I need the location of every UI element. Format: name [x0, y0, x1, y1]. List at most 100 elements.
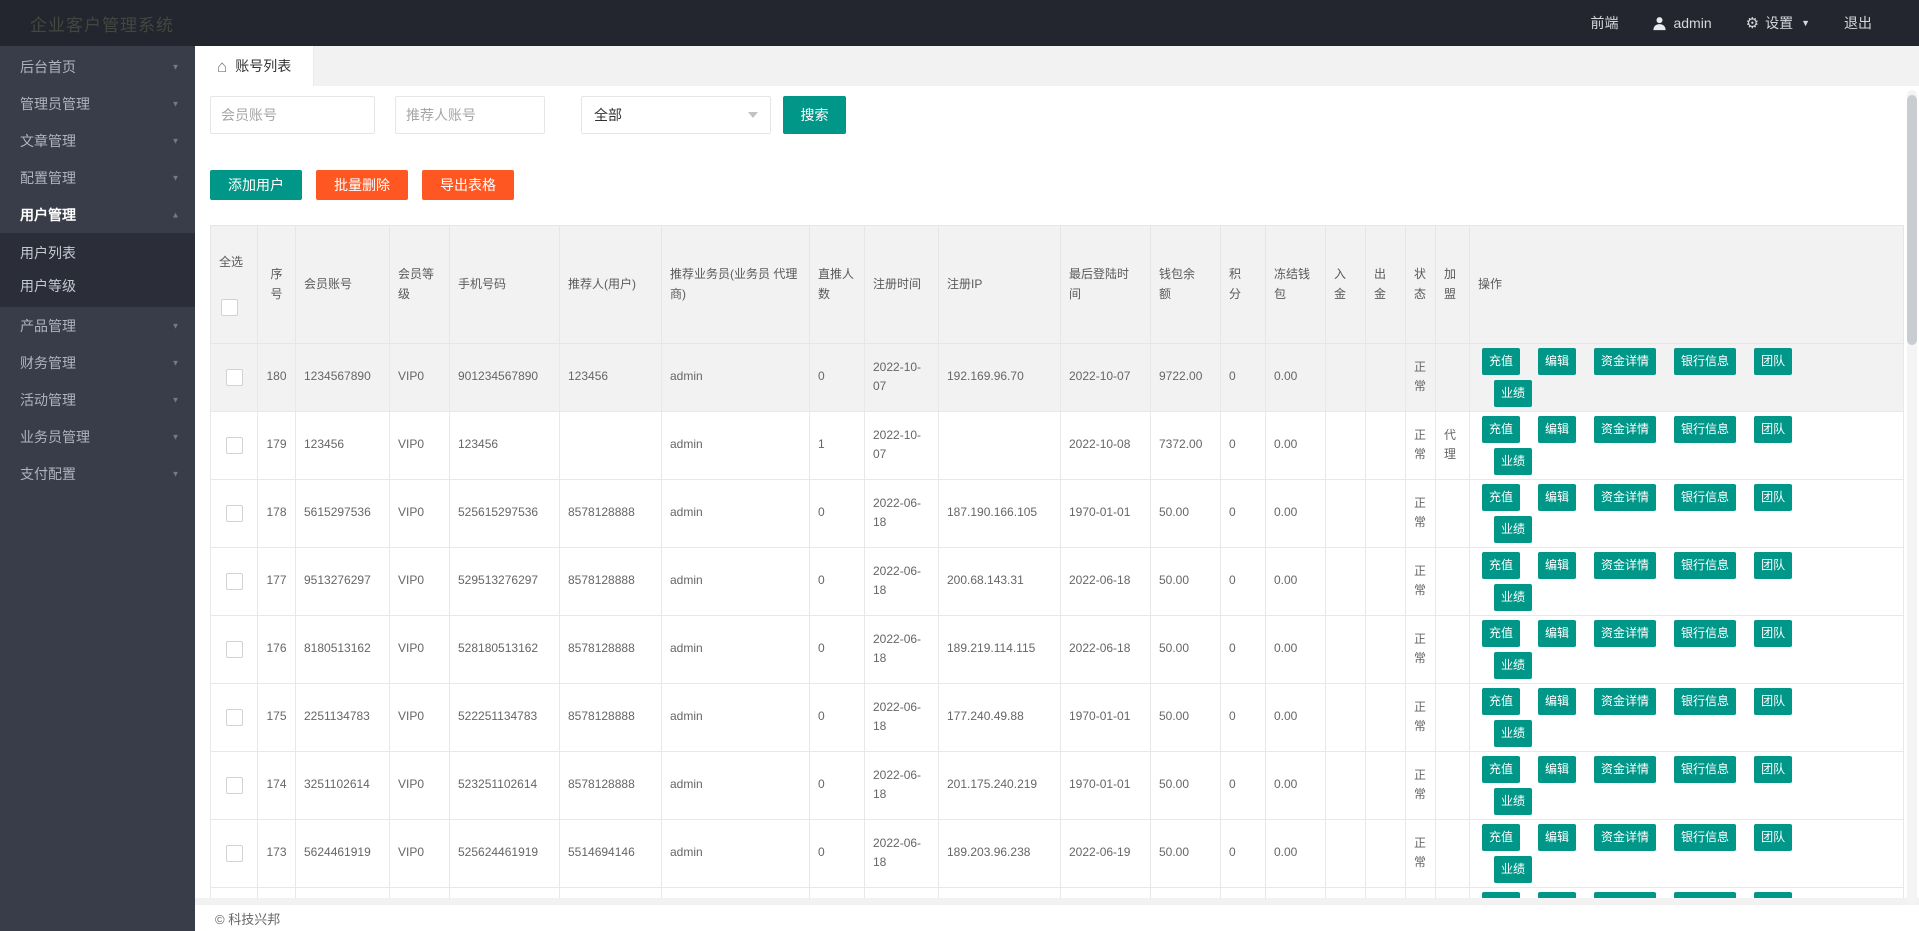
add-user-button[interactable]: 添加用户	[210, 170, 302, 200]
funds-detail-button[interactable]: 资金详情	[1594, 619, 1657, 647]
funds-detail-button[interactable]: 资金详情	[1594, 415, 1657, 443]
sidebar-item[interactable]: 配置管理 ▼	[0, 159, 195, 196]
performance-button[interactable]: 业绩	[1494, 515, 1533, 543]
team-button[interactable]: 团队	[1754, 823, 1793, 851]
recharge-button[interactable]: 充值	[1482, 755, 1521, 783]
edit-button[interactable]: 编辑	[1538, 619, 1577, 647]
row-checkbox[interactable]	[225, 504, 243, 522]
sidebar-item[interactable]: 业务员管理 ▼	[0, 418, 195, 455]
funds-detail-button[interactable]: 资金详情	[1594, 347, 1657, 375]
row-checkbox[interactable]	[225, 640, 243, 658]
funds-detail-button[interactable]: 资金详情	[1594, 755, 1657, 783]
sidebar-item[interactable]: 活动管理 ▼	[0, 381, 195, 418]
row-checkbox[interactable]	[225, 776, 243, 794]
performance-button[interactable]: 业绩	[1494, 855, 1533, 883]
table-row: 178 5615297536 VIP0 525615297536 8578128888 a…	[210, 478, 1904, 548]
performance-button[interactable]: 业绩	[1494, 719, 1533, 747]
bank-info-button[interactable]: 银行信息	[1674, 891, 1737, 898]
header-status: 状 态	[1405, 225, 1436, 344]
search-button[interactable]: 搜索	[783, 96, 846, 134]
bank-info-button[interactable]: 银行信息	[1674, 483, 1737, 511]
performance-button[interactable]: 业绩	[1494, 651, 1533, 679]
sidebar-subitem[interactable]: 用户列表	[0, 237, 195, 270]
logout-link[interactable]: 退出	[1827, 0, 1889, 46]
team-button[interactable]: 团队	[1754, 415, 1793, 443]
sidebar-item[interactable]: 文章管理 ▼	[0, 122, 195, 159]
recharge-button[interactable]: 充值	[1482, 551, 1521, 579]
tab-account-list[interactable]: ⌂ 账号列表	[195, 46, 315, 86]
team-button[interactable]: 团队	[1754, 687, 1793, 715]
edit-button[interactable]: 编辑	[1538, 483, 1577, 511]
recharge-button[interactable]: 充值	[1482, 415, 1521, 443]
row-checkbox[interactable]	[225, 708, 243, 726]
recharge-button[interactable]: 充值	[1482, 483, 1521, 511]
bank-info-button[interactable]: 银行信息	[1674, 755, 1737, 783]
bank-info-button[interactable]: 银行信息	[1674, 415, 1737, 443]
bank-info-button[interactable]: 银行信息	[1674, 823, 1737, 851]
status-select[interactable]: 全部	[581, 96, 771, 134]
recharge-button[interactable]: 充值	[1482, 891, 1521, 898]
export-table-button[interactable]: 导出表格	[422, 170, 514, 200]
row-checkbox[interactable]	[225, 572, 243, 590]
sidebar-item[interactable]: 产品管理 ▼	[0, 307, 195, 344]
bank-info-button[interactable]: 银行信息	[1674, 687, 1737, 715]
recharge-button[interactable]: 充值	[1482, 823, 1521, 851]
sidebar-subitem[interactable]: 用户等级	[0, 270, 195, 303]
scrollbar-thumb[interactable]	[1907, 95, 1917, 345]
row-checkbox[interactable]	[225, 436, 243, 454]
team-button[interactable]: 团队	[1754, 891, 1793, 898]
select-all-checkbox[interactable]	[221, 299, 238, 317]
vertical-scrollbar[interactable]	[1907, 90, 1917, 905]
funds-detail-button[interactable]: 资金详情	[1594, 483, 1657, 511]
bank-info-button[interactable]: 银行信息	[1674, 551, 1737, 579]
sidebar-item[interactable]: 财务管理 ▼	[0, 344, 195, 381]
settings-menu[interactable]: ⚙ 设置 ▼	[1729, 0, 1827, 46]
cell-level: VIP0	[389, 818, 450, 888]
funds-detail-button[interactable]: 资金详情	[1594, 551, 1657, 579]
funds-detail-button[interactable]: 资金详情	[1594, 891, 1657, 898]
main-area: ⌂ 账号列表 全部 搜索 添加用户 批量删除 导出表格	[195, 46, 1919, 931]
sidebar-item[interactable]: 支付配置 ▼	[0, 455, 195, 492]
sidebar-item-label: 用户管理	[20, 206, 76, 223]
sidebar-item[interactable]: 后台首页 ▼	[0, 48, 195, 85]
batch-delete-button[interactable]: 批量删除	[316, 170, 408, 200]
performance-button[interactable]: 业绩	[1494, 447, 1533, 475]
cell-salesman: admin	[661, 750, 810, 820]
edit-button[interactable]: 编辑	[1538, 415, 1577, 443]
performance-button[interactable]: 业绩	[1494, 379, 1533, 407]
header-frozen: 冻结钱 包	[1265, 225, 1326, 344]
bank-info-button[interactable]: 银行信息	[1674, 347, 1737, 375]
team-button[interactable]: 团队	[1754, 483, 1793, 511]
edit-button[interactable]: 编辑	[1538, 347, 1577, 375]
edit-button[interactable]: 编辑	[1538, 551, 1577, 579]
edit-button[interactable]: 编辑	[1538, 891, 1577, 898]
user-menu[interactable]: admin	[1635, 0, 1728, 46]
row-select-cell	[210, 478, 258, 548]
team-button[interactable]: 团队	[1754, 551, 1793, 579]
edit-button[interactable]: 编辑	[1538, 823, 1577, 851]
member-account-input[interactable]	[210, 96, 375, 134]
funds-detail-button[interactable]: 资金详情	[1594, 823, 1657, 851]
sidebar-item[interactable]: 管理员管理 ▼	[0, 85, 195, 122]
funds-detail-button[interactable]: 资金详情	[1594, 687, 1657, 715]
row-checkbox[interactable]	[225, 368, 243, 386]
frontend-link[interactable]: 前端	[1573, 0, 1635, 46]
row-checkbox[interactable]	[225, 844, 243, 862]
team-button[interactable]: 团队	[1754, 619, 1793, 647]
performance-button[interactable]: 业绩	[1494, 583, 1533, 611]
edit-button[interactable]: 编辑	[1538, 755, 1577, 783]
edit-button[interactable]: 编辑	[1538, 687, 1577, 715]
cell-last-login: 2022-06-19	[1060, 818, 1151, 888]
team-button[interactable]: 团队	[1754, 755, 1793, 783]
cell-level: VIP0	[389, 886, 450, 898]
bank-info-button[interactable]: 银行信息	[1674, 619, 1737, 647]
recharge-button[interactable]: 充值	[1482, 619, 1521, 647]
header-deposit: 入 金	[1325, 225, 1366, 344]
recharge-button[interactable]: 充值	[1482, 687, 1521, 715]
team-button[interactable]: 团队	[1754, 347, 1793, 375]
sidebar-item[interactable]: 用户管理 ▲	[0, 196, 195, 233]
recharge-button[interactable]: 充值	[1482, 347, 1521, 375]
performance-button[interactable]: 业绩	[1494, 787, 1533, 815]
referrer-account-input[interactable]	[395, 96, 545, 134]
sidebar-item-label: 产品管理	[20, 317, 76, 334]
